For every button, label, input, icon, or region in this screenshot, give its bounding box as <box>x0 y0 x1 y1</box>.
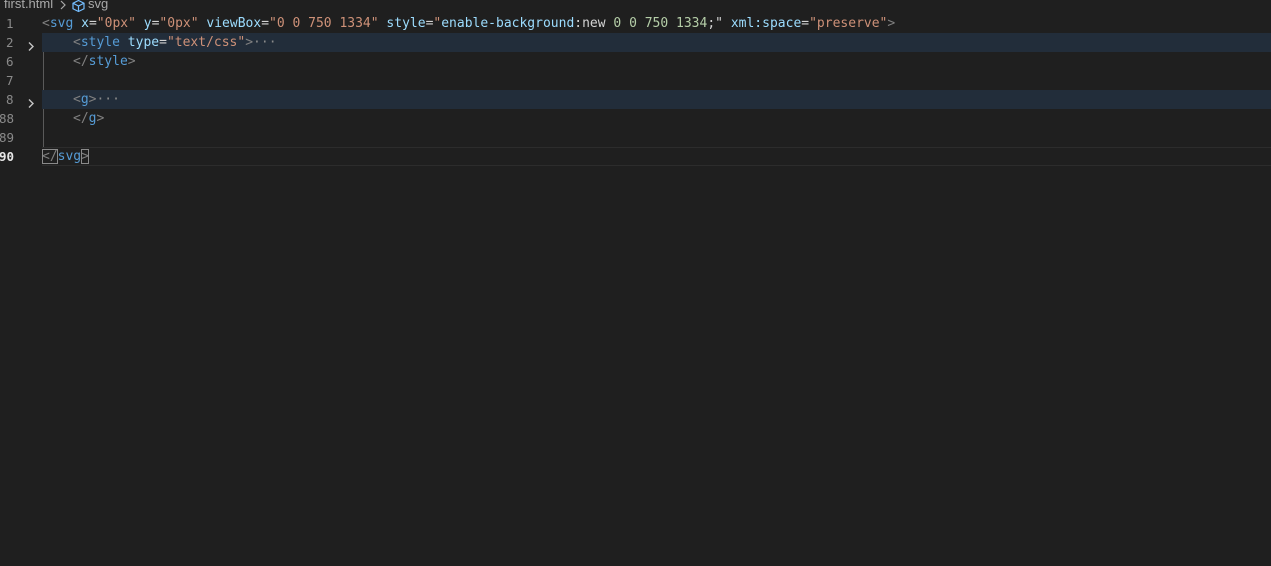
code-line[interactable]: 90 </svg> <box>0 147 1271 166</box>
line-number: 6 <box>6 54 14 69</box>
breadcrumb-file[interactable]: first.html <box>4 0 53 10</box>
breadcrumb: first.html svg <box>0 0 1271 13</box>
line-number: 7 <box>6 73 14 88</box>
code-text: </style> <box>73 54 136 69</box>
code-line[interactable]: 88 </g> <box>0 109 1271 128</box>
code-text: <style type="text/css">··· <box>73 35 277 50</box>
breadcrumb-symbol[interactable]: svg <box>88 0 108 10</box>
line-number: 1 <box>6 16 14 31</box>
line-number: 89 <box>0 130 15 145</box>
chevron-right-icon[interactable] <box>26 94 36 108</box>
folded-ellipsis[interactable]: ··· <box>253 35 276 50</box>
folded-ellipsis[interactable]: ··· <box>96 92 119 107</box>
code-line[interactable]: 8 <g>··· <box>0 90 1271 109</box>
line-number: 90 <box>0 149 15 164</box>
code-line[interactable]: 89 <box>0 128 1271 147</box>
line-number: 88 <box>0 111 15 126</box>
code-text: </g> <box>73 111 105 126</box>
line-number: 8 <box>6 92 14 107</box>
code-line[interactable]: 7 <box>0 71 1271 90</box>
code-line[interactable]: 2 <style type="text/css">··· <box>0 33 1271 52</box>
code-line[interactable]: 6 </style> <box>0 52 1271 71</box>
code-text: <svg x="0px" y="0px" viewBox="0 0 750 13… <box>42 16 896 31</box>
fold-highlight <box>42 90 1271 109</box>
chevron-right-icon[interactable] <box>26 37 36 51</box>
line-number: 2 <box>6 35 14 50</box>
code-editor[interactable]: 1 <svg x="0px" y="0px" viewBox="0 0 750 … <box>0 14 1271 566</box>
chevron-right-icon <box>59 0 67 12</box>
current-line-highlight <box>42 147 1271 166</box>
code-line[interactable]: 1 <svg x="0px" y="0px" viewBox="0 0 750 … <box>0 14 1271 33</box>
code-text: <g>··· <box>73 92 120 107</box>
code-text: </svg> <box>42 149 89 164</box>
matching-bracket: > <box>81 149 89 164</box>
cube-icon <box>71 0 86 13</box>
matching-bracket: </ <box>42 149 58 164</box>
